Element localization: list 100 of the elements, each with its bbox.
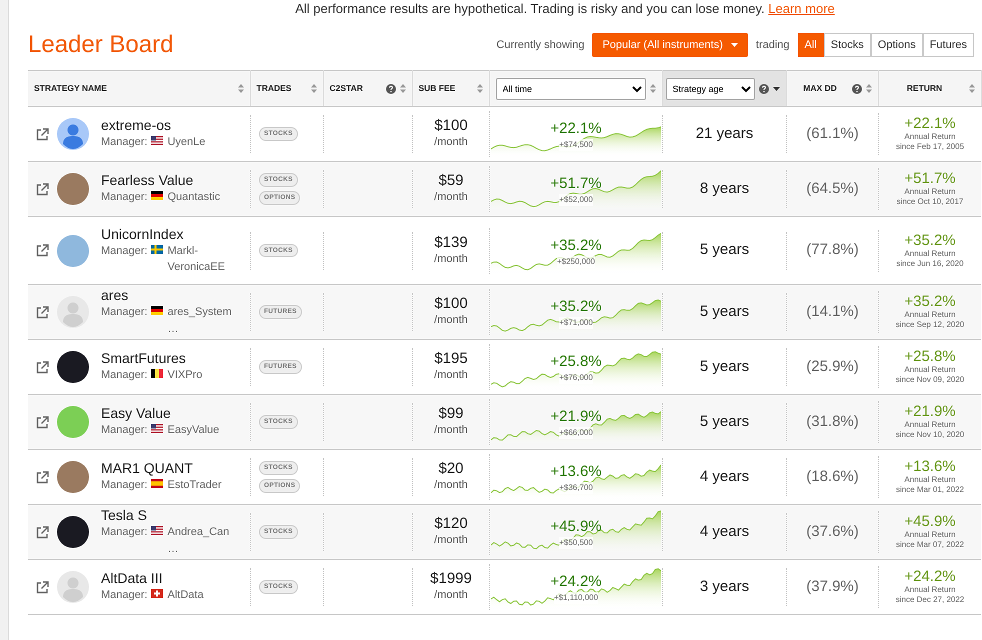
- manager-name[interactable]: EasyValue: [167, 422, 220, 439]
- period-return: +24.2%: [550, 574, 602, 590]
- max-drawdown: (37.9%): [806, 576, 859, 597]
- external-link-icon[interactable]: [36, 526, 49, 538]
- manager-label: Manager:: [101, 244, 148, 258]
- subscription-fee: $195: [434, 350, 468, 368]
- since-date: since Nov 09, 2020: [896, 375, 964, 385]
- strategy-name[interactable]: MAR1 QUANT: [101, 460, 222, 478]
- external-link-icon[interactable]: [36, 416, 49, 428]
- manager-name[interactable]: VIXPro: [167, 367, 202, 384]
- manager-label: Manager:: [101, 190, 148, 206]
- fee-period: /month: [434, 533, 468, 548]
- period-return: +22.1%: [550, 121, 602, 137]
- filter-tab[interactable]: Stocks: [824, 32, 871, 58]
- subscription-fee: $100: [434, 295, 468, 312]
- sort-select[interactable]: Strategy age: [666, 78, 754, 100]
- since-date: since Dec 27, 2022: [896, 595, 964, 605]
- manager-label: Manager:: [101, 525, 148, 540]
- annual-return: +35.2%: [904, 294, 956, 310]
- period-select[interactable]: All time: [496, 78, 646, 100]
- annual-return: +21.9%: [904, 404, 956, 420]
- return-label: Annual Return: [904, 475, 956, 485]
- return-label: Annual Return: [904, 530, 956, 540]
- manager-label: Manager:: [101, 423, 148, 438]
- sort-icon: [476, 84, 482, 93]
- return-label: Annual Return: [904, 248, 956, 258]
- period-gain: +$50,500: [559, 537, 593, 549]
- subscription-fee: $20: [438, 460, 464, 478]
- fee-period: /month: [434, 423, 468, 438]
- manager-label: Manager:: [101, 135, 148, 150]
- manager-name[interactable]: UyenLe: [167, 134, 206, 151]
- manager-label: Manager:: [101, 478, 148, 494]
- filter-tab[interactable]: Options: [870, 32, 923, 58]
- fee-period: /month: [434, 368, 468, 384]
- strategy-name[interactable]: ares: [101, 287, 238, 304]
- page-title: Leader Board: [28, 30, 174, 60]
- annual-return: +25.8%: [904, 349, 956, 365]
- since-date: since Mar 01, 2022: [896, 485, 964, 495]
- return-label: Annual Return: [904, 365, 956, 375]
- since-date: since Nov 10, 2020: [896, 430, 964, 440]
- external-link-icon[interactable]: [36, 360, 49, 374]
- max-drawdown: (14.1%): [806, 302, 859, 322]
- annual-return: +51.7%: [904, 171, 956, 187]
- annual-return: +13.6%: [904, 459, 956, 475]
- since-date: since Oct 10, 2017: [896, 197, 964, 207]
- since-date: since Jun 16, 2020: [896, 258, 964, 268]
- subscription-fee: $139: [434, 234, 468, 251]
- period-return: +13.6%: [550, 464, 602, 480]
- subscription-fee: $99: [438, 405, 464, 422]
- manager-label: Manager:: [101, 368, 148, 384]
- strategy-name[interactable]: Tesla S: [101, 507, 238, 524]
- period-return: +25.8%: [550, 354, 602, 370]
- sort-icon: [400, 84, 406, 93]
- period-gain: +$66,000: [559, 427, 593, 439]
- filter-tab[interactable]: Futures: [922, 32, 974, 58]
- strategy-age: 4 years: [700, 466, 750, 487]
- period-gain: +$250,000: [556, 256, 596, 268]
- max-drawdown: (37.6%): [806, 522, 859, 542]
- strategy-name[interactable]: AltData III: [101, 570, 204, 588]
- manager-name[interactable]: AltData: [167, 587, 204, 604]
- strategy-age: 5 years: [700, 240, 750, 260]
- max-drawdown: (77.8%): [806, 240, 859, 260]
- strategy-age: 5 years: [700, 412, 750, 432]
- fee-period: /month: [434, 313, 468, 328]
- subscription-fee: $59: [438, 172, 464, 190]
- since-date: since Feb 17, 2005: [896, 142, 964, 152]
- trading-label: trading: [756, 38, 790, 53]
- manager-name[interactable]: ares_System…: [167, 304, 238, 337]
- manager-label: Manager:: [101, 305, 148, 320]
- return-label: Annual Return: [904, 132, 956, 142]
- period-gain: +$1,110,000: [554, 592, 598, 604]
- since-date: since Sep 12, 2020: [896, 320, 964, 330]
- manager-name[interactable]: Quantastic: [167, 189, 220, 206]
- manager-name[interactable]: Markl-VeronicaEE: [167, 242, 238, 276]
- period-gain: +$71,000: [559, 317, 593, 329]
- manager-name[interactable]: Andrea_Can…: [167, 524, 238, 557]
- fee-period: /month: [434, 252, 468, 267]
- period-gain: +$74,500: [559, 139, 593, 151]
- subscription-fee: $120: [434, 515, 468, 532]
- strategy-name[interactable]: Fearless Value: [101, 172, 220, 190]
- external-link-icon[interactable]: [36, 244, 49, 257]
- external-link-icon[interactable]: [36, 182, 49, 196]
- external-link-icon[interactable]: [36, 470, 49, 484]
- strategy-name[interactable]: UnicornIndex: [101, 226, 238, 242]
- external-link-icon[interactable]: [36, 306, 49, 318]
- sort-icon: [310, 84, 316, 93]
- max-drawdown: (25.9%): [806, 356, 859, 377]
- sort-icon: [650, 84, 656, 93]
- manager-name[interactable]: EstoTrader: [167, 477, 222, 494]
- strategy-name[interactable]: extreme-os: [101, 117, 206, 134]
- annual-return: +24.2%: [904, 569, 956, 585]
- disclaimer-text: All performance results are hypothetical. Trading is risky and you can lose money. Learn more: [294, 0, 836, 18]
- external-link-icon[interactable]: [36, 128, 49, 140]
- period-return: +51.7%: [550, 176, 602, 192]
- strategy-name[interactable]: SmartFutures: [101, 350, 202, 368]
- max-drawdown: (31.8%): [806, 412, 859, 432]
- annual-return: +22.1%: [904, 116, 956, 132]
- fee-period: /month: [434, 478, 468, 494]
- external-link-icon[interactable]: [36, 580, 49, 594]
- strategy-name[interactable]: Easy Value: [101, 405, 220, 422]
